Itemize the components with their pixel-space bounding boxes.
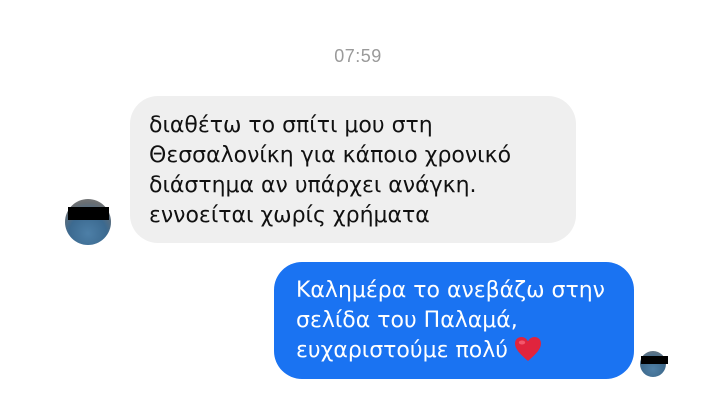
message-line: διάστημα αν υπάρχει ανάγκη. bbox=[149, 173, 477, 198]
red-heart-icon bbox=[514, 337, 541, 361]
message-line: εννοείται χωρίς χρήματα bbox=[149, 203, 430, 228]
self-avatar[interactable] bbox=[640, 351, 666, 377]
message-line: διαθέτω το σπίτι μου στη bbox=[149, 113, 433, 138]
message-line: ευχαριστούμε πολύ bbox=[296, 338, 508, 363]
sender-avatar[interactable] bbox=[65, 199, 111, 245]
outgoing-message-bubble[interactable]: Καλημέρα το ανεβάζω στην σελίδα του Παλα… bbox=[274, 262, 634, 379]
message-line: σελίδα του Παλαμά, bbox=[296, 308, 518, 333]
avatar-redaction-bar bbox=[641, 356, 668, 364]
message-line: Θεσσαλονίκη για κάποιο χρονικό bbox=[149, 143, 512, 168]
avatar-redaction-bar bbox=[68, 207, 109, 220]
timestamp: 07:59 bbox=[334, 46, 382, 66]
message-line: Καλημέρα το ανεβάζω στην bbox=[296, 278, 605, 303]
incoming-message-bubble[interactable]: διαθέτω το σπίτι μου στη Θεσσαλονίκη για… bbox=[130, 96, 576, 243]
